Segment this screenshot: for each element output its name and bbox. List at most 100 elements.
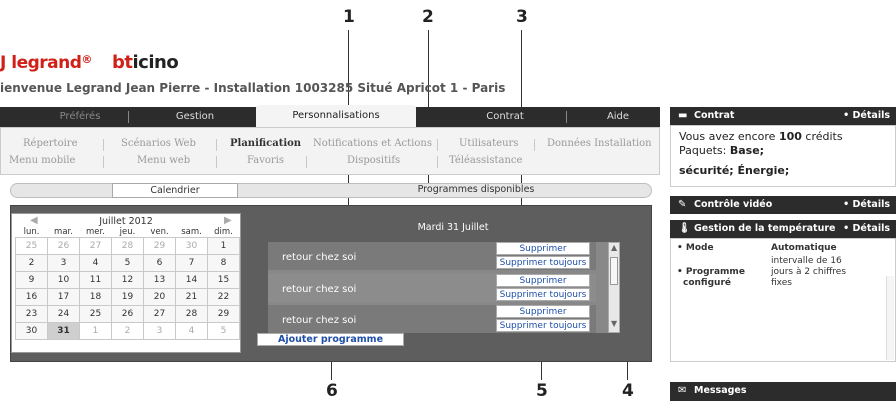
calendar-day[interactable]: 21 [175,288,208,306]
tab-programmes-disponibles[interactable]: Programmes disponibles [401,183,551,198]
details-link[interactable]: • Détails [843,107,890,125]
subnav-teleassistance[interactable]: Téléassistance [449,155,522,166]
delete-always-button[interactable]: Supprimer toujours [496,288,590,301]
delete-button[interactable]: Supprimer [496,242,590,255]
calendar-day[interactable]: 20 [143,288,176,306]
subnav-separator [534,139,535,151]
calendar-day[interactable]: 6 [143,254,176,272]
calendar-day[interactable]: 9 [15,271,48,289]
calendar-day[interactable]: 12 [111,271,144,289]
calendar-day[interactable]: 10 [47,271,80,289]
tab-preferes[interactable]: Préférés [40,107,120,127]
calendar-day[interactable]: 26 [111,305,144,323]
bticino-logo: bticino [112,52,179,73]
tab-gestion[interactable]: Gestion [140,107,250,127]
tab-calendrier[interactable]: Calendrier [112,183,238,198]
calendar-grid: lun. mar. mer. jeu. ven. sam. dim. 25 26… [15,227,240,340]
calendar-day[interactable]: 25 [79,305,112,323]
delete-button[interactable]: Supprimer [496,305,590,318]
program-value: jours à 2 chiffres [771,267,847,277]
subnav-menu-web[interactable]: Menu web [137,155,190,166]
delete-always-button[interactable]: Supprimer toujours [496,319,590,332]
subnav-separator [437,156,438,168]
subnav-repertoire[interactable]: Répertoire [23,138,77,149]
program-list-scrollbar[interactable]: ▲ ▼ [608,242,620,333]
calendar-day[interactable]: 19 [111,288,144,306]
nav-separator [566,111,567,123]
calendar-day[interactable]: 26 [47,237,80,255]
packages-value: Base; [729,144,765,157]
scroll-up-icon[interactable]: ▲ [611,243,617,252]
calendar-day[interactable]: 25 [15,237,48,255]
calendar-day[interactable]: 23 [15,305,48,323]
contrat-widget-header: ▬ Contrat • Détails [670,107,896,125]
subnav-dispositifs[interactable]: Dispositifs [347,155,400,166]
program-list: retour chez soi Supprimer Supprimer touj… [268,242,608,333]
calendar-day[interactable]: 8 [207,254,240,272]
calendar-day[interactable]: 27 [79,237,112,255]
subnav-menu-mobile[interactable]: Menu mobile [9,155,75,166]
calendar-day[interactable]: 15 [207,271,240,289]
mail-icon: ✉ [678,385,687,396]
sub-tabs: Calendrier Programmes disponibles [10,183,652,198]
calendar-day[interactable]: 2 [15,254,48,272]
mode-label: • Mode [677,243,714,253]
tab-personnalisations[interactable]: Personnalisations [256,105,416,127]
calendar-day[interactable]: 1 [207,237,240,255]
calendar-day[interactable]: 2 [111,322,144,340]
calendar-day[interactable]: 27 [143,305,176,323]
program-name: retour chez soi [282,252,357,263]
calendar-day[interactable]: 17 [47,288,80,306]
tab-contrat[interactable]: Contrat [460,107,550,127]
callout-1: 1 [343,7,355,27]
subnav-notifications[interactable]: Notifications et Actions [313,138,432,149]
program-row: retour chez soi Supprimer Supprimer touj… [268,242,596,270]
program-label: configuré [683,278,731,288]
calendar-day[interactable]: 4 [79,254,112,272]
calendar-day[interactable]: 30 [15,322,48,340]
calendar-day[interactable]: 29 [207,305,240,323]
calendar-day[interactable]: 22 [207,288,240,306]
calendar-day[interactable]: 24 [47,305,80,323]
calendar-day[interactable]: 11 [79,271,112,289]
callout-3: 3 [516,7,528,27]
calendar-day[interactable]: 5 [111,254,144,272]
subnav-utilisateurs[interactable]: Utilisateurs [459,138,518,149]
camera-icon: ✎ [678,199,687,210]
calendar-day[interactable]: 29 [143,237,176,255]
credits-prefix: Vous avez encore [679,130,779,143]
calendar-day[interactable]: 5 [207,322,240,340]
subnav-favoris[interactable]: Favoris [247,155,284,166]
program-label: • Programme [677,267,745,277]
scroll-down-icon[interactable]: ▼ [611,319,617,328]
delete-always-button[interactable]: Supprimer toujours [496,256,590,269]
calendar-day[interactable]: 28 [111,237,144,255]
credits-suffix: crédits [801,130,843,143]
calendar-day-selected[interactable]: 31 [47,322,80,340]
subnav-planification[interactable]: Planification [230,138,301,149]
program-value: intervalle de 16 [771,256,842,266]
calendar-day[interactable]: 1 [79,322,112,340]
calendar-day[interactable]: 7 [175,254,208,272]
delete-button[interactable]: Supprimer [496,274,590,287]
calendar-day[interactable]: 28 [175,305,208,323]
subnav-donnees-installation[interactable]: Données Installation [547,138,652,149]
details-link[interactable]: • Détails [843,220,890,238]
calendar-day[interactable]: 14 [175,271,208,289]
calendar-day[interactable]: 3 [47,254,80,272]
widget-scrollbar[interactable] [886,276,894,360]
calendar-day[interactable]: 18 [79,288,112,306]
chevron-right-icon[interactable]: ▶ [224,215,232,226]
calendar-day[interactable]: 16 [15,288,48,306]
program-value: fixes [771,278,792,288]
calendar-day[interactable]: 3 [143,322,176,340]
details-link[interactable]: • Détails [843,196,890,214]
calendar-day[interactable]: 30 [175,237,208,255]
calendar-day[interactable]: 13 [143,271,176,289]
subnav-scenarios-web[interactable]: Scénarios Web [121,138,196,149]
sub-nav: Répertoire Scénarios Web Planification N… [0,127,660,175]
add-program-button[interactable]: Ajouter programme [257,333,404,346]
scrollbar-thumb[interactable] [610,257,618,285]
calendar-day[interactable]: 4 [175,322,208,340]
tab-aide[interactable]: Aide [598,107,638,127]
